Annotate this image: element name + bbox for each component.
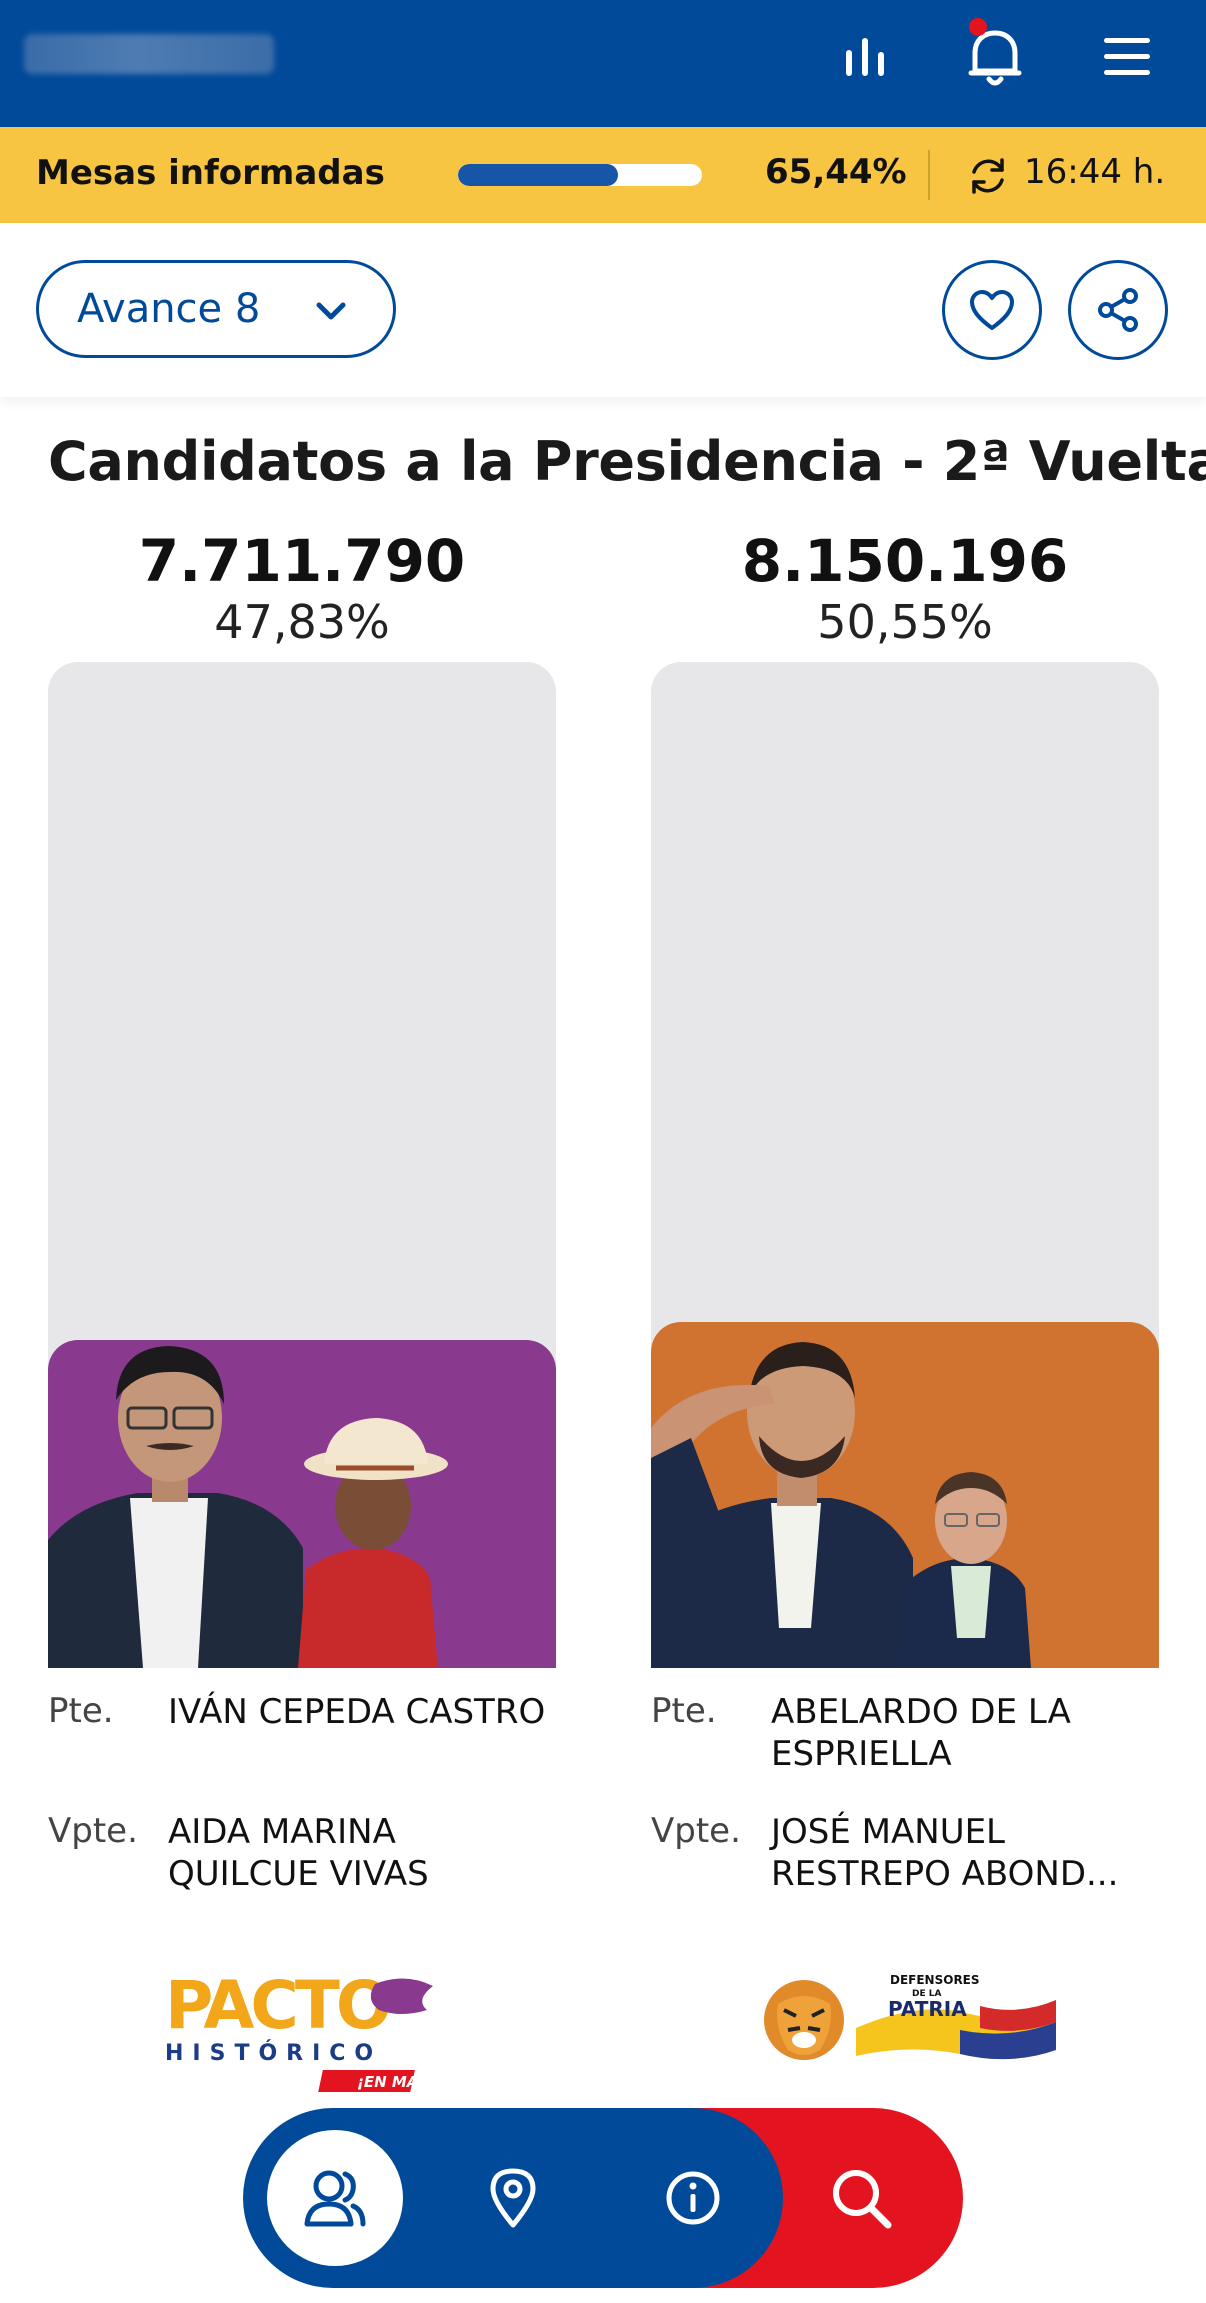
avance-dropdown[interactable]: Avance 8 — [36, 260, 396, 358]
vote-count: 8.150.196 — [741, 527, 1069, 595]
vote-bar — [651, 662, 1159, 1668]
president-name: ABELARDO DE LA ESPRIELLA — [771, 1692, 1071, 1774]
candidate-photo — [48, 1346, 448, 1668]
president-name: IVÁN CEPEDA CASTRO — [168, 1692, 546, 1732]
nav-search-button[interactable] — [791, 2108, 931, 2288]
svg-text:DEFENSORES: DEFENSORES — [890, 1973, 980, 1987]
pacto-historico-logo: PACTO HISTÓRICO ¡EN MARCHA! — [165, 1967, 445, 2092]
defensores-de-la-patria-logo: DEFENSORES DE LA PATRIA — [764, 1973, 1056, 2060]
progress-bar — [458, 164, 702, 186]
candidate-photo — [651, 1342, 1031, 1668]
heart-icon — [970, 290, 1014, 330]
menu-icon[interactable] — [1092, 22, 1162, 92]
page-title: Candidatos a la Presidencia - 2ª Vuelta — [48, 430, 1206, 493]
vice-president-label: Vpte. — [48, 1811, 138, 1851]
brand-logo[interactable] — [24, 34, 274, 74]
vote-count: 7.711.790 — [138, 527, 466, 595]
bottom-navigation — [243, 2108, 963, 2288]
svg-text:¡EN MARCHA!: ¡EN MARCHA! — [357, 2073, 445, 2091]
people-icon — [304, 2170, 366, 2227]
favorite-button[interactable] — [942, 260, 1042, 360]
share-button[interactable] — [1068, 260, 1168, 360]
location-pin-icon — [490, 2168, 536, 2228]
svg-text:PACTO: PACTO — [165, 1967, 389, 2044]
vote-percent: 50,55% — [817, 595, 993, 649]
stats-icon[interactable] — [830, 22, 900, 92]
update-time: 16:44 h. — [1024, 152, 1166, 192]
nav-active-indicator — [267, 2130, 403, 2266]
strip-divider — [928, 150, 930, 200]
nav-info-button[interactable] — [623, 2108, 763, 2288]
svg-text:PATRIA: PATRIA — [888, 1997, 967, 2021]
chevron-down-icon — [316, 302, 346, 320]
nav-candidates-button[interactable] — [265, 2108, 405, 2288]
vote-bar-fill — [651, 1321, 1159, 1668]
nav-location-button[interactable] — [443, 2108, 583, 2288]
progress-fill — [458, 164, 618, 186]
avance-label: Avance 8 — [77, 286, 261, 332]
vote-bar-fill — [48, 1340, 556, 1668]
president-label: Pte. — [48, 1691, 114, 1731]
strip-label: Mesas informadas — [36, 153, 385, 193]
top-bar — [0, 0, 1206, 127]
share-icon — [1098, 288, 1138, 332]
notification-dot — [969, 18, 987, 36]
refresh-icon[interactable] — [966, 154, 1010, 198]
candidate-card[interactable]: 7.711.790 47,83% Pte. IVÁN CEPEDA CASTRO… — [48, 527, 556, 1894]
vice-president-name: JOSÉ MANUEL RESTREPO ABOND... — [771, 1812, 1119, 1894]
vice-president-label: Vpte. — [651, 1811, 741, 1851]
vote-bar — [48, 662, 556, 1668]
vice-president-name: AIDA MARINA QUILCUE VIVAS — [168, 1812, 429, 1894]
vote-percent: 47,83% — [214, 595, 390, 649]
svg-text:HISTÓRICO: HISTÓRICO — [165, 2040, 382, 2066]
candidate-card[interactable]: 8.150.196 50,55% Pte. ABELARDO DE LA ESP… — [651, 527, 1159, 1894]
info-icon — [666, 2171, 720, 2225]
search-icon — [833, 2170, 892, 2229]
reported-percent: 65,44% — [765, 152, 907, 192]
president-label: Pte. — [651, 1691, 717, 1731]
